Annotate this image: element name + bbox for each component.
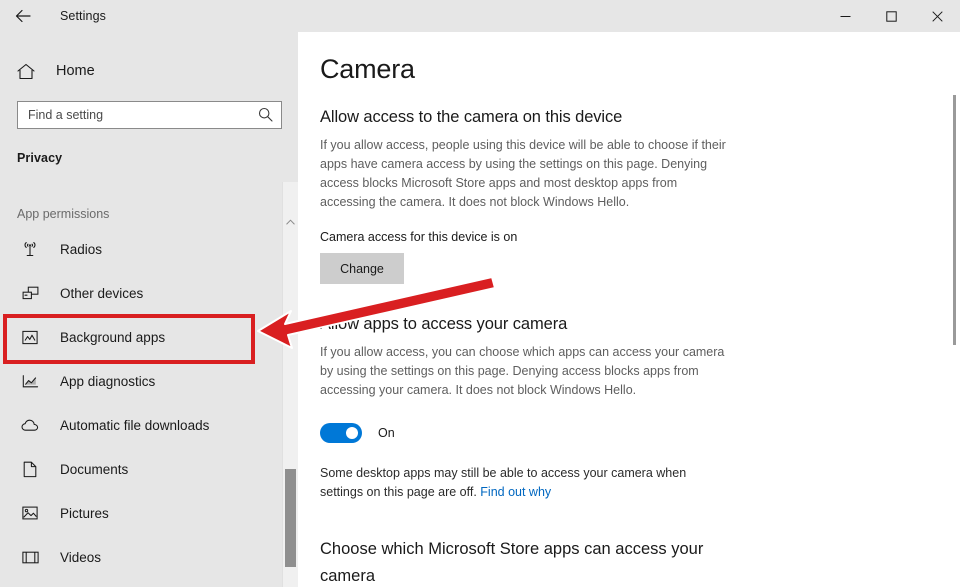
window-controls bbox=[822, 0, 960, 32]
apps-section-heading: Allow apps to access your camera bbox=[320, 315, 960, 334]
search-icon[interactable] bbox=[258, 107, 273, 127]
change-button[interactable]: Change bbox=[320, 253, 404, 284]
main-content: Camera Allow access to the camera on thi… bbox=[298, 32, 960, 587]
content-scrollbar[interactable] bbox=[953, 95, 956, 345]
sidebar-item-label: Documents bbox=[60, 462, 128, 477]
title-bar-left: Settings bbox=[0, 0, 106, 32]
apps-section-description: If you allow access, you can choose whic… bbox=[320, 343, 732, 400]
sidebar: Home Privacy App permissions bbox=[0, 32, 298, 587]
sidebar-scrollbar[interactable] bbox=[282, 182, 298, 587]
sidebar-item-label: Automatic file downloads bbox=[60, 418, 209, 433]
sidebar-item-label: App diagnostics bbox=[60, 374, 155, 389]
sidebar-item-label: Videos bbox=[60, 550, 101, 565]
home-label: Home bbox=[56, 63, 95, 79]
video-icon bbox=[20, 551, 40, 564]
sidebar-item-label: Radios bbox=[60, 242, 102, 257]
store-section-heading: Choose which Microsoft Store apps can ac… bbox=[320, 536, 720, 587]
home-icon bbox=[17, 63, 39, 80]
background-apps-icon bbox=[20, 330, 40, 345]
sidebar-section-title: Privacy bbox=[17, 151, 298, 165]
toggle-knob bbox=[346, 427, 358, 439]
sidebar-scrollbar-thumb[interactable] bbox=[285, 469, 296, 567]
document-icon bbox=[20, 461, 40, 478]
sidebar-item-home[interactable]: Home bbox=[0, 54, 298, 88]
desktop-apps-note: Some desktop apps may still be able to a… bbox=[320, 464, 715, 502]
camera-apps-toggle[interactable] bbox=[320, 423, 362, 443]
sidebar-item-documents[interactable]: Documents bbox=[0, 447, 298, 491]
device-section-description: If you allow access, people using this d… bbox=[320, 136, 732, 212]
search-box[interactable] bbox=[17, 101, 282, 129]
window-title: Settings bbox=[60, 9, 106, 23]
sidebar-item-app-diagnostics[interactable]: App diagnostics bbox=[0, 359, 298, 403]
search-input[interactable] bbox=[18, 102, 253, 128]
find-out-why-link[interactable]: Find out why bbox=[480, 485, 551, 499]
sidebar-item-background-apps[interactable]: Background apps bbox=[0, 315, 298, 359]
sidebar-nav-list: Radios Other devices bbox=[0, 227, 298, 579]
close-button[interactable] bbox=[914, 0, 960, 32]
sidebar-item-pictures[interactable]: Pictures bbox=[0, 491, 298, 535]
back-arrow-icon[interactable] bbox=[0, 0, 46, 32]
other-devices-icon bbox=[20, 286, 40, 301]
title-bar-spacer bbox=[106, 0, 822, 32]
device-access-status: Camera access for this device is on bbox=[320, 230, 960, 244]
sidebar-item-other-devices[interactable]: Other devices bbox=[0, 271, 298, 315]
minimize-button[interactable] bbox=[822, 0, 868, 32]
sidebar-item-videos[interactable]: Videos bbox=[0, 535, 298, 579]
sidebar-item-radios[interactable]: Radios bbox=[0, 227, 298, 271]
picture-icon bbox=[20, 506, 40, 520]
app-diagnostics-icon bbox=[20, 374, 40, 389]
device-section-heading: Allow access to the camera on this devic… bbox=[320, 108, 960, 127]
radio-tower-icon bbox=[20, 241, 40, 257]
title-bar: Settings bbox=[0, 0, 960, 32]
sidebar-item-label: Pictures bbox=[60, 506, 109, 521]
page-title: Camera bbox=[320, 54, 960, 85]
chevron-up-icon[interactable] bbox=[283, 214, 298, 230]
sidebar-group-label: App permissions bbox=[17, 207, 298, 221]
camera-apps-toggle-row: On bbox=[320, 423, 960, 443]
settings-window: Settings Home bbox=[0, 0, 960, 587]
toggle-state-label: On bbox=[378, 426, 395, 440]
sidebar-item-label: Background apps bbox=[60, 330, 165, 345]
cloud-download-icon bbox=[20, 419, 40, 432]
sidebar-item-automatic-file-downloads[interactable]: Automatic file downloads bbox=[0, 403, 298, 447]
maximize-button[interactable] bbox=[868, 0, 914, 32]
sidebar-item-label: Other devices bbox=[60, 286, 143, 301]
